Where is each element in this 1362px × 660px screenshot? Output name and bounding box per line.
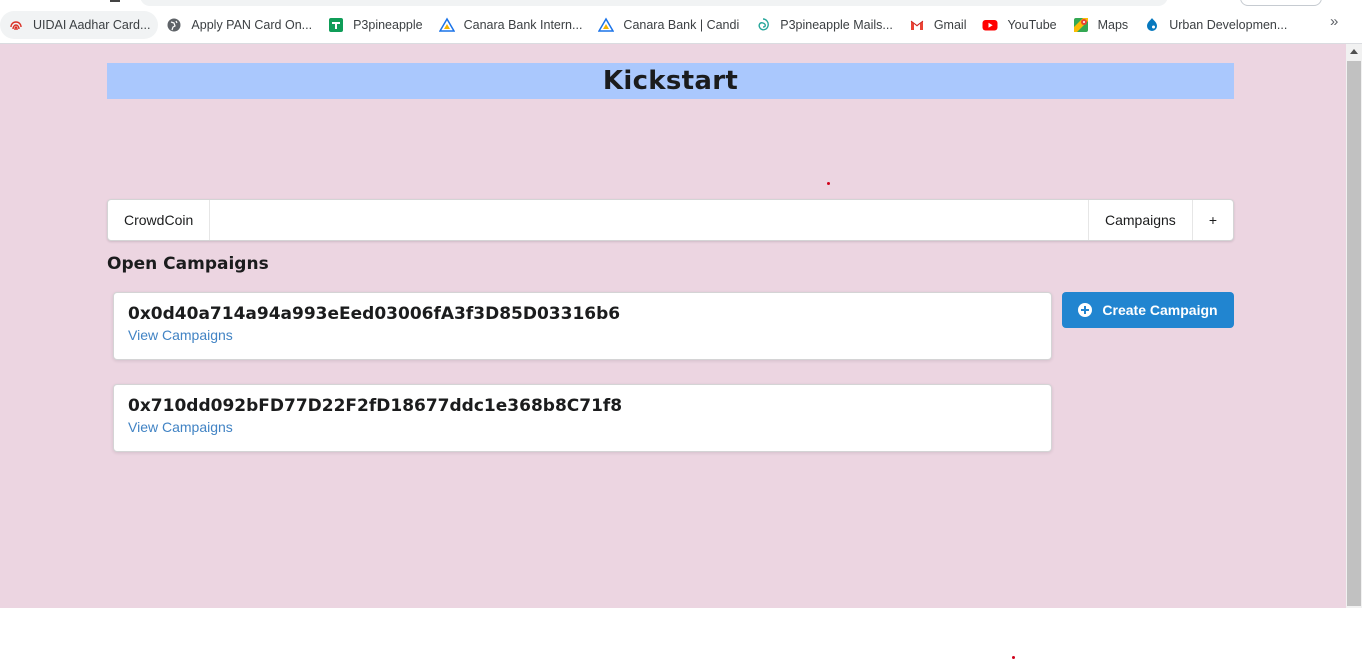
page-viewport: Kickstart CrowdCoin Campaigns + Open Cam… — [0, 44, 1346, 608]
bookmark-label: Canara Bank Intern... — [463, 18, 583, 32]
sheets-icon — [328, 17, 344, 33]
globe-icon — [166, 17, 182, 33]
bookmark-label: Canara Bank | Candi — [623, 18, 740, 32]
top-menu: CrowdCoin Campaigns + — [107, 199, 1234, 241]
create-campaign-label: Create Campaign — [1102, 302, 1218, 318]
bookmark-label: P3pineapple — [353, 18, 423, 32]
swirl-icon — [755, 17, 771, 33]
youtube-icon — [982, 17, 998, 33]
menu-icon[interactable] — [110, 0, 120, 2]
bookmarks-overflow-button[interactable]: » — [1330, 13, 1338, 30]
add-campaign-link[interactable]: + — [1191, 200, 1233, 240]
bookmark-gmail[interactable]: Gmail — [901, 11, 975, 39]
bookmark-youtube[interactable]: YouTube — [974, 11, 1064, 39]
page-title: Kickstart — [602, 66, 739, 96]
bookmark-pan[interactable]: Apply PAN Card On... — [158, 11, 320, 39]
scrollbar-thumb[interactable] — [1347, 61, 1361, 606]
red-dot-marker — [1012, 656, 1015, 659]
menu-spacer — [210, 200, 1088, 240]
bookmark-urban-development[interactable]: Urban Developmen... — [1136, 11, 1295, 39]
canara-icon — [438, 17, 455, 33]
bookmark-maps[interactable]: Maps — [1065, 11, 1137, 39]
bookmark-label: Apply PAN Card On... — [191, 18, 313, 32]
header-banner: Kickstart — [107, 63, 1234, 99]
create-campaign-button[interactable]: Create Campaign — [1062, 292, 1234, 328]
bookmark-label: YouTube — [1007, 18, 1057, 32]
maps-icon — [1073, 17, 1089, 33]
bookmark-uidai[interactable]: UIDAI Aadhar Card... — [0, 11, 159, 39]
bookmark-label: P3pineapple Mails... — [780, 18, 893, 32]
canara-icon — [598, 17, 615, 33]
profile-button[interactable] — [1240, 0, 1322, 6]
drupal-icon — [1144, 17, 1160, 33]
bookmark-label: Gmail — [933, 18, 967, 32]
bookmark-p3pineapple-mails[interactable]: P3pineapple Mails... — [747, 11, 901, 39]
campaigns-link[interactable]: Campaigns — [1087, 200, 1192, 240]
bookmark-label: UIDAI Aadhar Card... — [33, 18, 151, 32]
address-bar[interactable] — [140, 0, 1168, 6]
bookmark-p3pineapple[interactable]: P3pineapple — [320, 11, 431, 39]
fingerprint-icon — [8, 17, 24, 33]
view-campaign-link[interactable]: View Campaigns — [128, 327, 233, 343]
campaign-card: 0x710dd092bFD77D22F2fD18677ddc1e368b8C71… — [113, 384, 1052, 452]
bookmark-label: Urban Developmen... — [1169, 18, 1288, 32]
bookmark-canara-candi[interactable]: Canara Bank | Candi — [590, 11, 747, 39]
bookmark-list: UIDAI Aadhar Card... Apply PAN Card On..… — [0, 11, 1295, 39]
bookmark-canara-internet[interactable]: Canara Bank Intern... — [431, 11, 591, 39]
scroll-up-arrow-icon[interactable] — [1350, 49, 1358, 54]
campaign-address: 0x710dd092bFD77D22F2fD18677ddc1e368b8C71… — [128, 396, 623, 416]
section-title: Open Campaigns — [107, 254, 269, 274]
gmail-icon — [909, 17, 925, 33]
brand-link[interactable]: CrowdCoin — [108, 200, 211, 240]
bookmark-label: Maps — [1097, 18, 1129, 32]
campaign-address: 0x0d40a714a94a993eEed03006fA3f3D85D03316… — [128, 304, 621, 324]
red-dot-marker — [827, 182, 830, 185]
campaign-card: 0x0d40a714a94a993eEed03006fA3f3D85D03316… — [113, 292, 1052, 360]
add-circle-icon — [1078, 303, 1093, 317]
view-campaign-link[interactable]: View Campaigns — [128, 419, 233, 435]
bookmarks-bar: UIDAI Aadhar Card... Apply PAN Card On..… — [0, 0, 1362, 44]
